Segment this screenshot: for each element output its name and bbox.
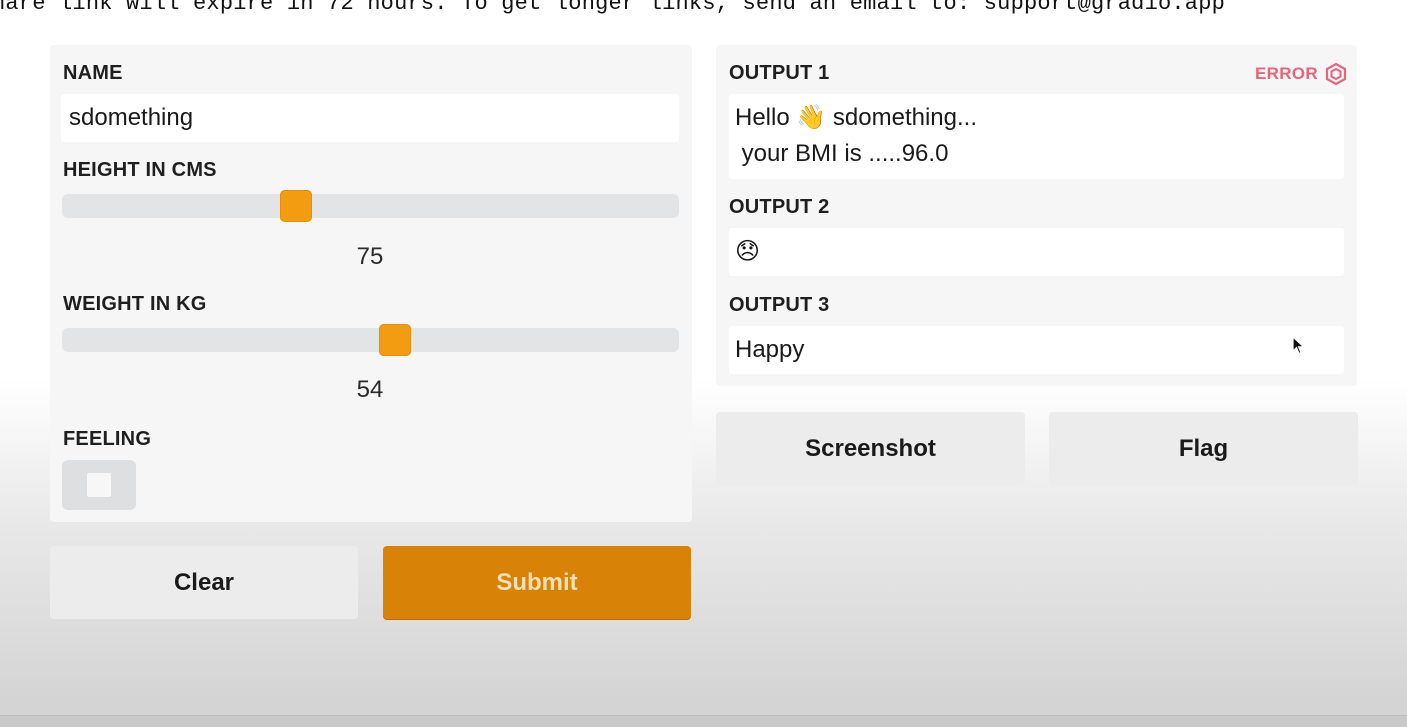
submit-button[interactable]: Submit [383,546,691,619]
feeling-label: FEELING [63,428,152,450]
output1-label: OUTPUT 1 [729,62,830,84]
flag-button[interactable]: Flag [1049,412,1358,485]
feeling-checkbox-container[interactable] [62,460,136,510]
share-link-banner: hare link will expire in 72 hours. To ge… [0,0,1225,16]
mouse-pointer-icon [1292,336,1306,355]
weight-slider-thumb[interactable] [379,324,412,356]
screenshot-button[interactable]: Screenshot [716,412,1025,485]
weight-label: WEIGHT IN KG [63,293,207,315]
error-text: ERROR [1255,64,1318,83]
feeling-checkbox[interactable] [87,473,111,497]
output1-box: Hello 👋 sdomething... your BMI is .....9… [729,94,1344,179]
height-slider[interactable] [62,190,679,222]
output2-label: OUTPUT 2 [729,196,830,218]
error-hexagon-icon [1325,62,1347,86]
weight-slider[interactable] [62,324,679,356]
height-slider-thumb[interactable] [280,190,313,222]
clear-button[interactable]: Clear [50,546,358,619]
height-label: HEIGHT IN CMS [63,159,217,181]
output3-label: OUTPUT 3 [729,294,830,316]
weight-value: 54 [356,376,384,403]
name-label: NAME [63,62,123,84]
output3-box: Happy [729,326,1344,374]
bottom-edge [0,715,1407,727]
output2-box: 😞 [729,228,1344,276]
height-value: 75 [356,243,384,270]
name-input[interactable]: sdomething [61,94,679,142]
error-badge: ERROR [1255,62,1348,86]
